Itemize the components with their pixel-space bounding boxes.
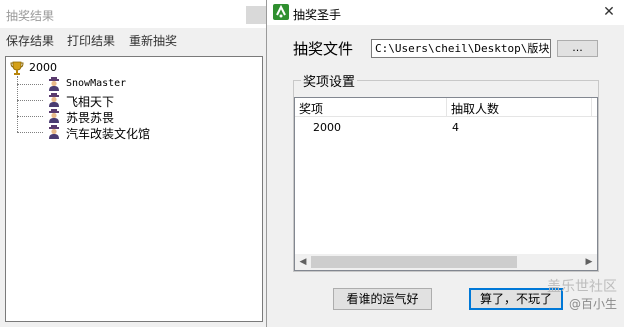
tree-branch-line: [17, 132, 43, 133]
tree-node-label: 苏畏苏畏: [66, 111, 115, 125]
person-icon: [49, 77, 59, 91]
watermark: 盖乐世社区 @百小生: [540, 276, 624, 316]
tree-root-label: 2000: [29, 61, 57, 74]
scrollbar-thumb[interactable]: [311, 256, 517, 268]
lottery-window-title: 抽奖圣手: [293, 8, 342, 22]
scroll-right-icon[interactable]: ▶: [581, 254, 597, 270]
app-icon: [273, 4, 289, 20]
results-window: 抽奖结果 保存结果 打印结果 重新抽奖 2000 SnowMaster 飞相天下…: [0, 0, 266, 327]
tree-branch-line: [17, 116, 43, 117]
watermark-author: @百小生: [568, 297, 617, 311]
file-label: 抽奖文件: [293, 40, 354, 58]
results-titlebar: 抽奖结果: [0, 0, 266, 28]
column-divider[interactable]: [591, 98, 592, 116]
scroll-left-icon[interactable]: ◀: [295, 254, 311, 270]
prize-list[interactable]: 奖项 抽取人数 2000 4 ◀ ▶: [294, 97, 598, 271]
tree-node-label: 飞相天下: [66, 95, 115, 109]
prize-list-header: 奖项 抽取人数: [295, 98, 597, 117]
tree-node-label: SnowMaster: [66, 78, 127, 89]
results-menubar: 保存结果 打印结果 重新抽奖: [0, 29, 266, 51]
watermark-site: 盖乐世社区: [547, 279, 617, 295]
tree-branch-line: [17, 84, 43, 85]
lottery-titlebar: 抽奖圣手 ✕: [267, 0, 624, 25]
person-icon: [49, 125, 59, 139]
column-header-count[interactable]: 抽取人数: [451, 100, 499, 117]
results-close-button[interactable]: [246, 6, 266, 24]
file-path-field[interactable]: C:\Users\cheil\Desktop\版块活: [371, 39, 551, 58]
person-icon: [49, 109, 59, 123]
browse-button[interactable]: ...: [557, 40, 598, 57]
row-count-cell[interactable]: 4: [452, 121, 459, 134]
results-window-title: 抽奖结果: [6, 9, 55, 23]
close-icon[interactable]: ✕: [600, 4, 618, 20]
column-header-prize[interactable]: 奖项: [299, 100, 323, 117]
column-divider[interactable]: [446, 98, 447, 116]
tree-branch-line: [17, 100, 43, 101]
results-tree[interactable]: 2000 SnowMaster 飞相天下 苏畏苏畏 汽车改装文化馆: [5, 56, 263, 322]
draw-button[interactable]: 看谁的运气好: [333, 288, 432, 310]
menu-redraw[interactable]: 重新抽奖: [129, 32, 177, 49]
tree-node-label: 汽车改装文化馆: [66, 127, 151, 141]
person-icon: [49, 93, 59, 107]
row-prize-cell[interactable]: 2000: [313, 121, 341, 134]
menu-save-results[interactable]: 保存结果: [6, 32, 54, 49]
menu-print-results[interactable]: 打印结果: [67, 32, 115, 49]
prize-settings-title: 奖项设置: [301, 71, 358, 90]
trophy-icon: [10, 61, 24, 75]
horizontal-scrollbar[interactable]: ◀ ▶: [295, 254, 597, 270]
